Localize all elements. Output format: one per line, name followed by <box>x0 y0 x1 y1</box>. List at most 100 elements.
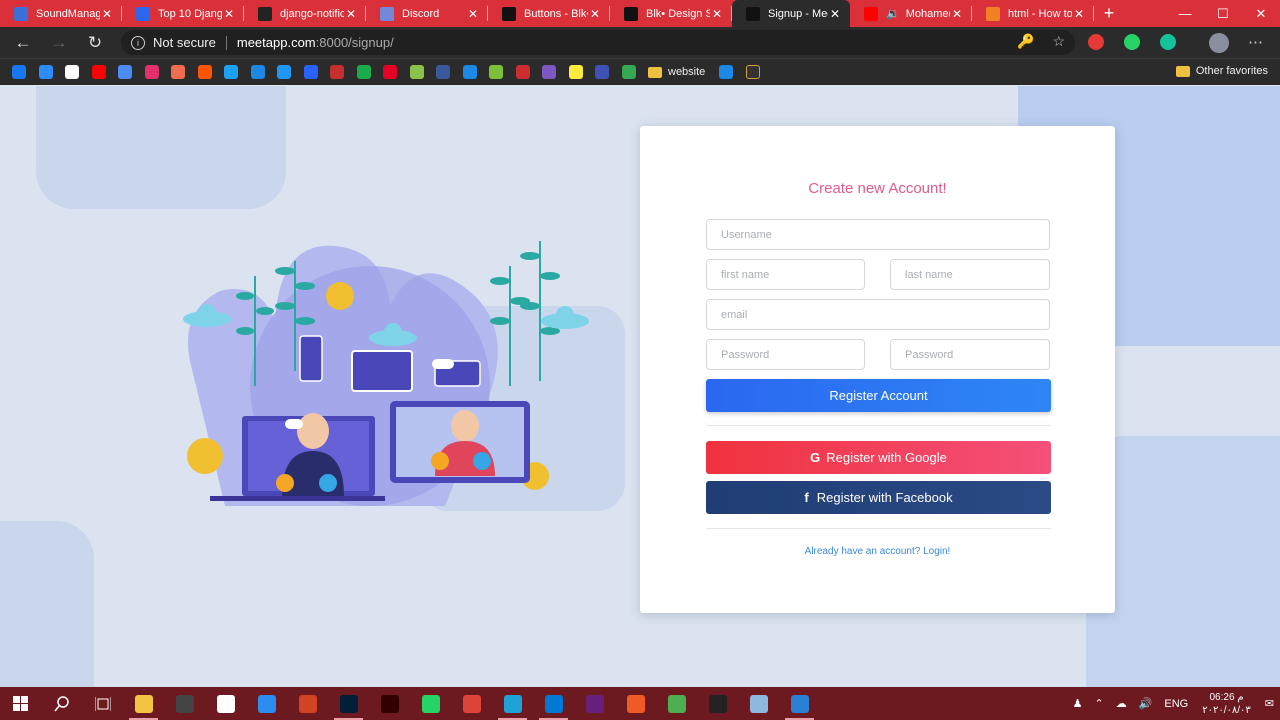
photos-taskbar-button[interactable] <box>779 687 820 720</box>
app-taskbar-button[interactable] <box>656 687 697 720</box>
vscode-taskbar-button[interactable] <box>533 687 574 720</box>
bookmark-icon[interactable] <box>568 65 583 79</box>
key-icon[interactable]: 🔑 <box>1017 33 1034 50</box>
bookmark-icon[interactable] <box>224 65 238 79</box>
bookmark-icon[interactable] <box>38 65 53 79</box>
task-view-button[interactable] <box>82 687 123 720</box>
bookmark-icon[interactable] <box>330 65 344 79</box>
search-button[interactable] <box>41 687 82 720</box>
chrome-taskbar-button[interactable] <box>451 687 492 720</box>
close-tab-icon[interactable]: ✕ <box>950 7 964 21</box>
login-link[interactable]: Already have an account? Login! <box>640 546 1115 557</box>
store-taskbar-button[interactable] <box>205 687 246 720</box>
bookmark-folder-website[interactable]: website <box>648 66 705 78</box>
bookmark-icon[interactable] <box>542 65 556 79</box>
back-button[interactable]: ← <box>5 33 41 53</box>
bookmark-icon[interactable] <box>595 65 609 79</box>
avatar[interactable] <box>1209 33 1229 53</box>
audio-icon[interactable]: 🔉 <box>886 7 900 20</box>
last-name-field[interactable] <box>890 259 1050 290</box>
close-tab-icon[interactable]: ✕ <box>710 7 724 21</box>
bookmark-icon[interactable] <box>250 65 265 79</box>
extension-icon[interactable] <box>1160 34 1176 50</box>
forward-button[interactable]: → <box>41 33 77 53</box>
register-account-button[interactable]: Register Account <box>706 379 1051 412</box>
bookmark-icon[interactable] <box>12 65 26 79</box>
first-name-field[interactable] <box>706 259 865 290</box>
close-tab-icon[interactable]: ✕ <box>828 7 842 21</box>
bookmark-icon[interactable] <box>436 65 450 79</box>
close-tab-icon[interactable]: ✕ <box>344 7 358 21</box>
register-google-button[interactable]: G Register with Google <box>706 441 1051 474</box>
bookmark-icon[interactable] <box>489 65 503 79</box>
minimize-button[interactable]: — <box>1166 6 1204 22</box>
new-tab-button[interactable]: + <box>1094 3 1124 24</box>
tab-8[interactable]: html - How to ✕ <box>972 0 1094 27</box>
volume-icon[interactable]: 🔊 <box>1139 697 1153 710</box>
tab-2[interactable]: django-notifica✕ <box>244 0 366 27</box>
postman-taskbar-button[interactable] <box>615 687 656 720</box>
other-favorites[interactable]: Other favorites <box>1175 65 1268 77</box>
tab-6[interactable]: Signup - Meet✕ <box>732 0 850 27</box>
bookmark-icon[interactable] <box>462 65 477 79</box>
people-icon[interactable]: ♟ <box>1073 697 1083 710</box>
tab-5[interactable]: Blk• Design Sy✕ <box>610 0 732 27</box>
close-tab-icon[interactable]: ✕ <box>588 7 602 21</box>
password-field[interactable] <box>706 339 865 370</box>
bookmark-icon[interactable] <box>277 65 291 79</box>
extension-icon[interactable] <box>1088 34 1104 50</box>
bookmark-icon[interactable] <box>144 65 159 79</box>
illustrator-taskbar-button[interactable] <box>369 687 410 720</box>
tab-7[interactable]: 🔉 Mohamed ✕ <box>850 0 972 27</box>
notification-icon[interactable]: ✉ <box>1265 697 1274 710</box>
confirm-password-field[interactable] <box>890 339 1050 370</box>
refresh-button[interactable]: ↻ <box>77 33 113 53</box>
bookmark-icon[interactable] <box>303 65 318 79</box>
edge-taskbar-button[interactable] <box>492 687 533 720</box>
media-taskbar-button[interactable] <box>164 687 205 720</box>
tab-4[interactable]: Buttons - Blk• D✕ <box>488 0 610 27</box>
bookmark-coin-icon[interactable] <box>745 65 760 79</box>
bookmark-icon[interactable] <box>621 65 636 79</box>
info-icon[interactable]: i <box>131 35 145 50</box>
tab-0[interactable]: SoundManage✕ <box>0 0 122 27</box>
file-explorer-taskbar-button[interactable] <box>123 687 164 720</box>
email-field[interactable] <box>706 299 1050 330</box>
bookmark-icon[interactable] <box>356 65 371 79</box>
tab-1[interactable]: Top 10 Django ✕ <box>122 0 244 27</box>
address-bar[interactable]: i Not secure meetapp.com:8000/signup/ 🔑 … <box>121 30 1075 55</box>
close-tab-icon[interactable]: ✕ <box>100 7 114 21</box>
language-indicator[interactable]: ENG <box>1164 698 1188 710</box>
photoshop-taskbar-button[interactable] <box>328 687 369 720</box>
bookmark-icon[interactable] <box>197 65 212 79</box>
bookmark-icon[interactable] <box>118 65 132 79</box>
bookmark-icon[interactable] <box>91 65 106 79</box>
bookmark-udemy-icon[interactable] <box>719 65 734 79</box>
bookmark-icon[interactable] <box>409 65 424 79</box>
close-tab-icon[interactable]: ✕ <box>1072 7 1086 21</box>
network-icon[interactable]: ☁ <box>1116 697 1127 710</box>
terminal-taskbar-button[interactable] <box>697 687 738 720</box>
close-tab-icon[interactable]: ✕ <box>466 7 480 21</box>
powerpoint-taskbar-button[interactable] <box>287 687 328 720</box>
close-tab-icon[interactable]: ✕ <box>222 7 236 21</box>
star-icon[interactable]: ☆ <box>1052 33 1065 50</box>
extension-icon[interactable] <box>1124 34 1140 50</box>
username-field[interactable] <box>706 219 1050 250</box>
bookmark-icon[interactable] <box>65 65 79 79</box>
whatsapp-taskbar-button[interactable] <box>410 687 451 720</box>
menu-icon[interactable]: ⋯ <box>1248 33 1263 51</box>
notes-taskbar-button[interactable] <box>738 687 779 720</box>
start-button[interactable] <box>0 687 41 720</box>
bookmark-icon[interactable] <box>171 65 185 79</box>
clock[interactable]: 06:26 م ٢٠٢٠/٠٨/٠٣ <box>1202 691 1251 717</box>
register-facebook-button[interactable]: f Register with Facebook <box>706 481 1051 514</box>
bookmark-icon[interactable] <box>515 65 530 79</box>
chevron-up-icon[interactable]: ⌃ <box>1094 697 1103 710</box>
close-window-button[interactable]: ✕ <box>1242 6 1280 22</box>
sync-taskbar-button[interactable] <box>246 687 287 720</box>
maximize-button[interactable]: ☐ <box>1204 6 1242 22</box>
tab-3[interactable]: Discord ✕ <box>366 0 488 27</box>
bookmark-icon[interactable] <box>383 65 397 79</box>
visual-studio-taskbar-button[interactable] <box>574 687 615 720</box>
